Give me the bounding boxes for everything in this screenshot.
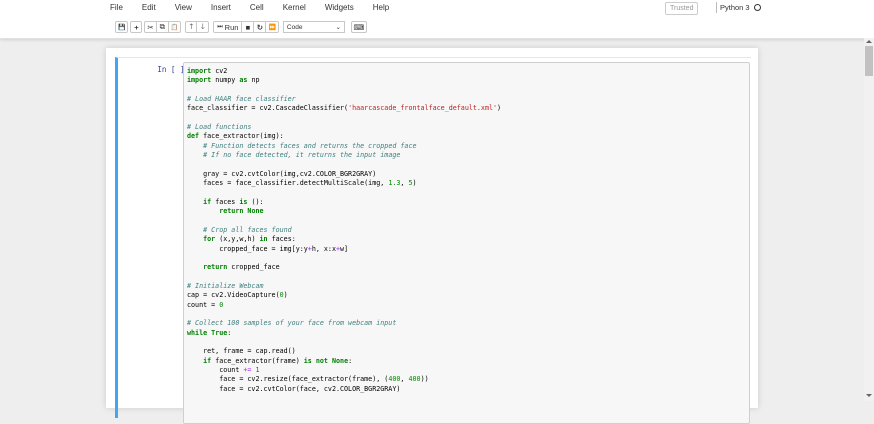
scrollbar-thumb[interactable] <box>865 46 873 76</box>
save-button[interactable]: 💾 <box>115 21 129 33</box>
menu-widgets[interactable]: Widgets <box>325 0 354 16</box>
insert-cell-button[interactable]: + <box>130 21 143 33</box>
menu-bar: File Edit View Insert Cell Kernel Widget… <box>110 0 408 16</box>
cell-type-select[interactable]: Code ⌄ <box>282 21 345 33</box>
move-button-group: 🡑 🡓 <box>185 21 210 33</box>
fast-forward-icon: ⏩ <box>268 24 276 31</box>
kernel-idle-icon <box>753 3 761 11</box>
keyboard-icon: ⌨ <box>353 22 365 32</box>
paste-icon: 📋 <box>170 24 179 31</box>
restart-run-all-button[interactable]: ⏩ <box>266 21 279 33</box>
run-button-group: ⏭ Run ■ ↻ ⏩ <box>213 21 279 33</box>
menu-view[interactable]: View <box>175 0 192 16</box>
paste-button[interactable]: 📋 <box>168 21 182 33</box>
page-scrollbar[interactable] <box>864 38 874 401</box>
scroll-up-icon[interactable] <box>866 40 872 43</box>
move-down-button[interactable]: 🡓 <box>197 21 210 33</box>
chevron-down-icon: ⌄ <box>335 24 341 31</box>
run-button[interactable]: ⏭ Run <box>213 21 243 33</box>
kernel-name: Python 3 <box>720 3 750 12</box>
kernel-indicator[interactable]: Python 3 <box>716 2 761 13</box>
menu-insert[interactable]: Insert <box>211 0 231 16</box>
scissors-icon: ✂ <box>147 22 154 32</box>
restart-icon: ↻ <box>256 22 264 32</box>
notebook-container: In [ ]: import cv2 import numpy as np # … <box>106 48 758 424</box>
menu-kernel[interactable]: Kernel <box>283 0 306 16</box>
code-text: import cv2 import numpy as np # Load HAA… <box>187 67 502 393</box>
code-editor[interactable]: import cv2 import numpy as np # Load HAA… <box>183 62 750 424</box>
step-forward-icon: ⏭ <box>217 23 223 30</box>
save-icon: 💾 <box>118 24 126 31</box>
menu-edit[interactable]: Edit <box>142 0 156 16</box>
cut-button[interactable]: ✂ <box>144 21 157 33</box>
cell-type-value: Code <box>286 23 303 31</box>
command-palette-button[interactable]: ⌨ <box>350 21 367 33</box>
interrupt-button[interactable]: ■ <box>242 21 255 33</box>
notebook-header: File Edit View Insert Cell Kernel Widget… <box>0 0 874 39</box>
trusted-badge[interactable]: Trusted <box>665 2 699 15</box>
scroll-down-icon[interactable] <box>866 394 872 397</box>
arrow-down-icon: 🡓 <box>200 21 205 31</box>
run-label: Run <box>224 22 239 32</box>
menu-help[interactable]: Help <box>373 0 389 16</box>
code-cell[interactable]: In [ ]: import cv2 import numpy as np # … <box>115 57 751 424</box>
plus-icon: + <box>134 22 139 32</box>
arrow-up-icon: 🡑 <box>189 21 194 31</box>
edit-button-group: ✂ ⧉ 📋 <box>144 21 182 33</box>
move-up-button[interactable]: 🡑 <box>185 21 198 33</box>
restart-button[interactable]: ↻ <box>254 21 267 33</box>
toolbar: 💾 + ✂ ⧉ 📋 🡑 🡓 ⏭ Run ■ ↻ ⏩ Code ⌄ ⌨ <box>115 20 369 34</box>
menu-cell[interactable]: Cell <box>250 0 264 16</box>
copy-icon: ⧉ <box>159 22 165 31</box>
copy-button[interactable]: ⧉ <box>156 21 169 33</box>
stop-icon: ■ <box>245 22 251 32</box>
menu-file[interactable]: File <box>110 0 123 16</box>
